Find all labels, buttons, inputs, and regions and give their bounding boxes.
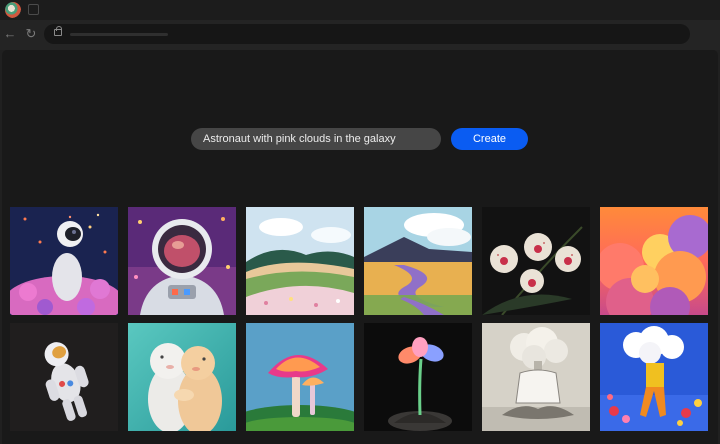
astronaut-flowers-art <box>10 207 118 315</box>
reload-icon[interactable]: ↻ <box>23 26 39 42</box>
mushroom-art <box>246 323 354 431</box>
gallery-image-glowing-sprout[interactable] <box>364 323 472 431</box>
gallery-image-green-hills-landscape[interactable] <box>246 207 354 315</box>
lock-icon <box>54 26 62 36</box>
address-bar[interactable] <box>44 24 690 44</box>
gallery-image-cloud-head-person-walking[interactable] <box>600 323 708 431</box>
browser-tab-bar <box>0 0 720 20</box>
green-hills-art <box>246 207 354 315</box>
astronaut-helmet-art <box>128 207 236 315</box>
orchids-art <box>482 207 590 315</box>
gallery-image-astronaut-helmet-closeup[interactable] <box>128 207 236 315</box>
walking-art <box>600 323 708 431</box>
sprout-art <box>364 323 472 431</box>
otters-art <box>128 323 236 431</box>
gallery-image-mountain-valley-river[interactable] <box>364 207 472 315</box>
page-content: Astronaut with pink clouds in the galaxy… <box>2 50 718 444</box>
gallery-image-white-orchids[interactable] <box>482 207 590 315</box>
gallery-image-astronaut-in-pink-flowers[interactable] <box>10 207 118 315</box>
gallery-image-floating-astronaut[interactable] <box>10 323 118 431</box>
sunset-clouds-art <box>600 207 708 315</box>
app-logo-icon[interactable] <box>5 2 21 18</box>
browser-toolbar: ← ↻ <box>0 20 720 50</box>
mountain-valley-art <box>364 207 472 315</box>
gallery-image-sunset-clouds[interactable] <box>600 207 708 315</box>
prompt-input[interactable]: Astronaut with pink clouds in the galaxy <box>191 128 441 150</box>
gallery-image-hugging-otters[interactable] <box>128 323 236 431</box>
create-button[interactable]: Create <box>451 128 528 150</box>
gallery-image-glowing-mushroom[interactable] <box>246 323 354 431</box>
tab-icon[interactable] <box>28 4 39 15</box>
url-text <box>70 33 168 36</box>
meditating-art <box>482 323 590 431</box>
gallery-image-cloud-head-person-meditating[interactable] <box>482 323 590 431</box>
back-arrow-icon[interactable]: ← <box>2 26 18 42</box>
floating-astronaut-art <box>10 323 118 431</box>
